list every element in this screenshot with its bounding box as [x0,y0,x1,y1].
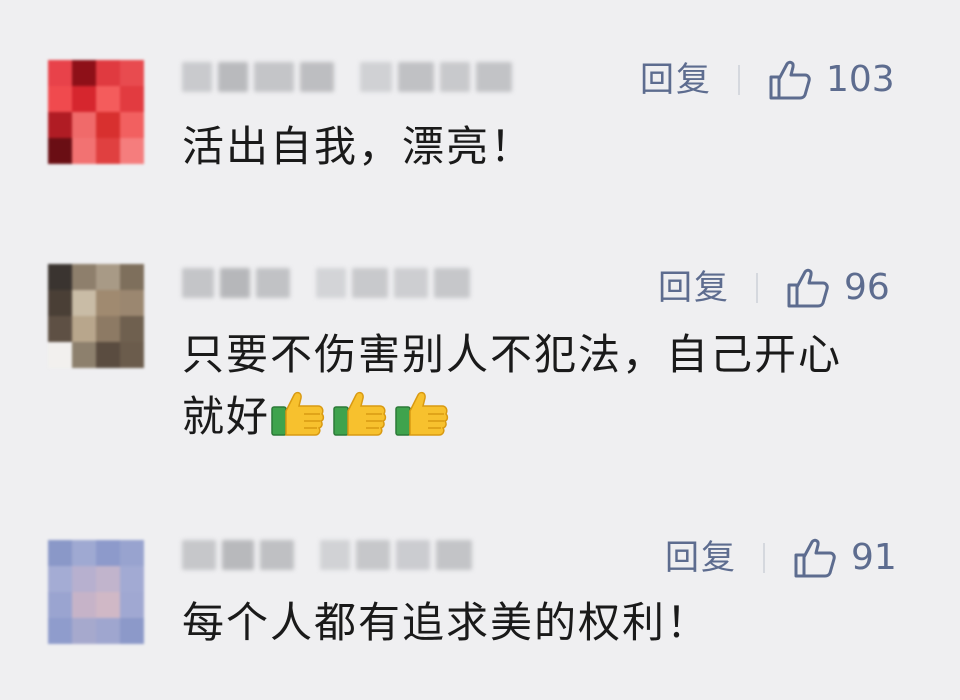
like-count: 103 [826,59,895,100]
avatar[interactable] [48,540,144,644]
comment-text: 活出自我，漂亮！ [182,122,535,171]
divider [763,543,765,573]
divider [756,273,758,303]
reply-button[interactable]: 回复 [658,266,730,310]
comment-text: 只要不伤害别人不犯法，自己开心 就好 [182,324,922,448]
username-blurred [182,62,512,92]
avatar[interactable] [48,264,144,368]
thumbs-up-emoji [332,387,388,439]
divider [738,65,740,95]
reply-button[interactable]: 回复 [640,58,712,102]
comment-actions: 回复 103 [640,58,895,102]
comment-item: 回复 91 每个人都有追求美的权利！ [0,500,960,700]
comment-section: 回复 103 活出自我，漂亮！ 回复 96 只要不伤害别人不犯法，自己开心 就好… [0,0,960,700]
thumbs-up-emoji [394,387,450,439]
like-count: 91 [851,537,897,578]
thumbs-up-outline-icon[interactable] [793,536,837,580]
comment-actions: 回复 96 [658,266,890,310]
comment-text: 每个人都有追求美的权利！ [182,598,711,647]
thumbs-up-outline-icon[interactable] [768,58,812,102]
username-blurred [182,540,472,570]
like-count: 96 [844,267,890,308]
comment-item: 回复 103 活出自我，漂亮！ [0,0,960,200]
thumbs-up-outline-icon[interactable] [786,266,830,310]
comment-text-line: 就好 [182,386,922,448]
thumbs-up-emoji [270,387,326,439]
comment-item: 回复 96 只要不伤害别人不犯法，自己开心 就好 [0,200,960,500]
avatar[interactable] [48,60,144,164]
reply-button[interactable]: 回复 [665,536,737,580]
username-blurred [182,268,470,298]
comment-actions: 回复 91 [665,536,897,580]
comment-text-segment: 就好 [182,392,271,441]
comment-text-line: 只要不伤害别人不犯法，自己开心 [182,330,843,379]
